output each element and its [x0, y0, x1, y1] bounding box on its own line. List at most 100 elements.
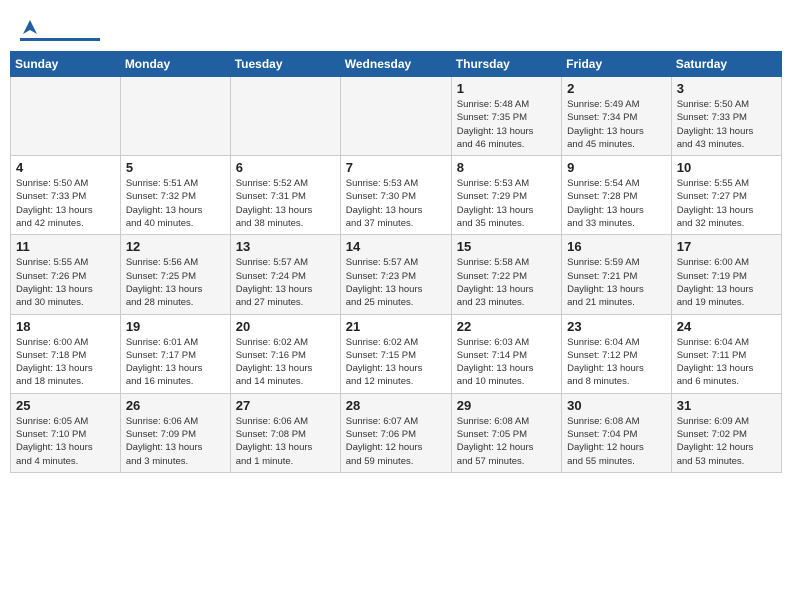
day-number: 11: [16, 239, 115, 254]
day-info: Sunrise: 6:04 AMSunset: 7:11 PMDaylight:…: [677, 336, 776, 389]
day-info: Sunrise: 6:02 AMSunset: 7:16 PMDaylight:…: [236, 336, 335, 389]
calendar-cell: 9Sunrise: 5:54 AMSunset: 7:28 PMDaylight…: [562, 156, 672, 235]
day-number: 26: [126, 398, 225, 413]
weekday-row: SundayMondayTuesdayWednesdayThursdayFrid…: [11, 52, 782, 77]
day-number: 12: [126, 239, 225, 254]
calendar-cell: 30 Sunrise: 6:08 AMSunset: 7:04 PMDayligh…: [562, 393, 672, 472]
day-info: Sunrise: 6:08 AMSunset: 7:04 PMDaylight:…: [567, 415, 666, 468]
day-number: 20: [236, 319, 335, 334]
day-number: 1: [457, 81, 556, 96]
calendar-cell: 4 Sunrise: 5:50 AMSunset: 7:33 PMDaylight…: [11, 156, 121, 235]
calendar-cell: 15 Sunrise: 5:58 AMSunset: 7:22 PMDayligh…: [451, 235, 561, 314]
calendar-cell: 31 Sunrise: 6:09 AMSunset: 7:02 PMDayligh…: [671, 393, 781, 472]
day-info: Sunrise: 5:57 AMSunset: 7:23 PMDaylight:…: [346, 256, 446, 309]
weekday-header-monday: Monday: [120, 52, 230, 77]
day-info: Sunrise: 5:50 AMSunset: 7:33 PMDaylight:…: [16, 177, 115, 230]
weekday-header-tuesday: Tuesday: [230, 52, 340, 77]
calendar-cell: 12 Sunrise: 5:56 AMSunset: 7:25 PMDayligh…: [120, 235, 230, 314]
day-number: 30: [567, 398, 666, 413]
calendar-cell: 26 Sunrise: 6:06 AMSunset: 7:09 PMDayligh…: [120, 393, 230, 472]
calendar-week-2: 4 Sunrise: 5:50 AMSunset: 7:33 PMDaylight…: [11, 156, 782, 235]
day-number: 10: [677, 160, 776, 175]
day-number: 27: [236, 398, 335, 413]
logo: [20, 18, 100, 41]
day-info: Sunrise: 5:56 AMSunset: 7:25 PMDaylight:…: [126, 256, 225, 309]
day-info: Sunrise: 5:58 AMSunset: 7:22 PMDaylight:…: [457, 256, 556, 309]
day-info: Sunrise: 6:01 AMSunset: 7:17 PMDaylight:…: [126, 336, 225, 389]
day-number: 22: [457, 319, 556, 334]
calendar-cell: 2Sunrise: 5:49 AMSunset: 7:34 PMDaylight…: [562, 77, 672, 156]
calendar-cell: 29 Sunrise: 6:08 AMSunset: 7:05 PMDayligh…: [451, 393, 561, 472]
day-info: Sunrise: 6:07 AMSunset: 7:06 PMDaylight:…: [346, 415, 446, 468]
day-info: Sunrise: 6:00 AMSunset: 7:18 PMDaylight:…: [16, 336, 115, 389]
weekday-header-wednesday: Wednesday: [340, 52, 451, 77]
day-number: 5: [126, 160, 225, 175]
day-number: 21: [346, 319, 446, 334]
calendar-cell: 20 Sunrise: 6:02 AMSunset: 7:16 PMDayligh…: [230, 314, 340, 393]
day-info: Sunrise: 5:53 AMSunset: 7:29 PMDaylight:…: [457, 177, 556, 230]
calendar-cell: 25 Sunrise: 6:05 AMSunset: 7:10 PMDayligh…: [11, 393, 121, 472]
calendar-cell: 6Sunrise: 5:52 AMSunset: 7:31 PMDaylight…: [230, 156, 340, 235]
day-number: 16: [567, 239, 666, 254]
day-info: Sunrise: 5:57 AMSunset: 7:24 PMDaylight:…: [236, 256, 335, 309]
calendar-cell: [11, 77, 121, 156]
day-info: Sunrise: 5:59 AMSunset: 7:21 PMDaylight:…: [567, 256, 666, 309]
day-info: Sunrise: 6:08 AMSunset: 7:05 PMDaylight:…: [457, 415, 556, 468]
day-info: Sunrise: 6:02 AMSunset: 7:15 PMDaylight:…: [346, 336, 446, 389]
calendar-table: SundayMondayTuesdayWednesdayThursdayFrid…: [10, 51, 782, 473]
calendar-cell: 18 Sunrise: 6:00 AMSunset: 7:18 PMDayligh…: [11, 314, 121, 393]
weekday-header-saturday: Saturday: [671, 52, 781, 77]
calendar-cell: 8 Sunrise: 5:53 AMSunset: 7:29 PMDaylight…: [451, 156, 561, 235]
calendar-week-1: 1 Sunrise: 5:48 AMSunset: 7:35 PMDaylight…: [11, 77, 782, 156]
day-info: Sunrise: 6:00 AMSunset: 7:19 PMDaylight:…: [677, 256, 776, 309]
day-number: 19: [126, 319, 225, 334]
calendar-cell: 16 Sunrise: 5:59 AMSunset: 7:21 PMDayligh…: [562, 235, 672, 314]
calendar-week-5: 25 Sunrise: 6:05 AMSunset: 7:10 PMDayligh…: [11, 393, 782, 472]
calendar-cell: [120, 77, 230, 156]
day-number: 13: [236, 239, 335, 254]
day-info: Sunrise: 5:50 AMSunset: 7:33 PMDaylight:…: [677, 98, 776, 151]
day-number: 28: [346, 398, 446, 413]
day-info: Sunrise: 6:09 AMSunset: 7:02 PMDaylight:…: [677, 415, 776, 468]
day-number: 25: [16, 398, 115, 413]
calendar-cell: 28 Sunrise: 6:07 AMSunset: 7:06 PMDayligh…: [340, 393, 451, 472]
day-info: Sunrise: 5:48 AMSunset: 7:35 PMDaylight:…: [457, 98, 556, 151]
calendar-cell: [230, 77, 340, 156]
day-number: 4: [16, 160, 115, 175]
day-info: Sunrise: 6:04 AMSunset: 7:12 PMDaylight:…: [567, 336, 666, 389]
day-number: 2: [567, 81, 666, 96]
weekday-header-friday: Friday: [562, 52, 672, 77]
calendar-week-4: 18 Sunrise: 6:00 AMSunset: 7:18 PMDayligh…: [11, 314, 782, 393]
calendar-cell: 14 Sunrise: 5:57 AMSunset: 7:23 PMDayligh…: [340, 235, 451, 314]
day-number: 23: [567, 319, 666, 334]
day-info: Sunrise: 6:06 AMSunset: 7:08 PMDaylight:…: [236, 415, 335, 468]
day-info: Sunrise: 5:54 AMSunset: 7:28 PMDaylight:…: [567, 177, 666, 230]
day-info: Sunrise: 6:06 AMSunset: 7:09 PMDaylight:…: [126, 415, 225, 468]
calendar-cell: 7Sunrise: 5:53 AMSunset: 7:30 PMDaylight…: [340, 156, 451, 235]
day-number: 18: [16, 319, 115, 334]
day-number: 14: [346, 239, 446, 254]
calendar-cell: 11 Sunrise: 5:55 AMSunset: 7:26 PMDayligh…: [11, 235, 121, 314]
calendar-cell: 5Sunrise: 5:51 AMSunset: 7:32 PMDaylight…: [120, 156, 230, 235]
calendar-cell: 23 Sunrise: 6:04 AMSunset: 7:12 PMDayligh…: [562, 314, 672, 393]
page-header: [10, 10, 782, 45]
day-number: 17: [677, 239, 776, 254]
day-info: Sunrise: 6:03 AMSunset: 7:14 PMDaylight:…: [457, 336, 556, 389]
calendar-cell: 10Sunrise: 5:55 AMSunset: 7:27 PMDayligh…: [671, 156, 781, 235]
calendar-cell: 21 Sunrise: 6:02 AMSunset: 7:15 PMDayligh…: [340, 314, 451, 393]
calendar-cell: 19 Sunrise: 6:01 AMSunset: 7:17 PMDayligh…: [120, 314, 230, 393]
calendar-cell: 3Sunrise: 5:50 AMSunset: 7:33 PMDaylight…: [671, 77, 781, 156]
calendar-cell: 22 Sunrise: 6:03 AMSunset: 7:14 PMDayligh…: [451, 314, 561, 393]
weekday-header-sunday: Sunday: [11, 52, 121, 77]
day-number: 29: [457, 398, 556, 413]
weekday-header-thursday: Thursday: [451, 52, 561, 77]
calendar-body: 1 Sunrise: 5:48 AMSunset: 7:35 PMDaylight…: [11, 77, 782, 473]
calendar-cell: 17 Sunrise: 6:00 AMSunset: 7:19 PMDayligh…: [671, 235, 781, 314]
day-number: 31: [677, 398, 776, 413]
logo-icon: [21, 18, 39, 36]
calendar-cell: 27 Sunrise: 6:06 AMSunset: 7:08 PMDayligh…: [230, 393, 340, 472]
day-number: 15: [457, 239, 556, 254]
day-info: Sunrise: 6:05 AMSunset: 7:10 PMDaylight:…: [16, 415, 115, 468]
day-info: Sunrise: 5:55 AMSunset: 7:26 PMDaylight:…: [16, 256, 115, 309]
day-number: 8: [457, 160, 556, 175]
